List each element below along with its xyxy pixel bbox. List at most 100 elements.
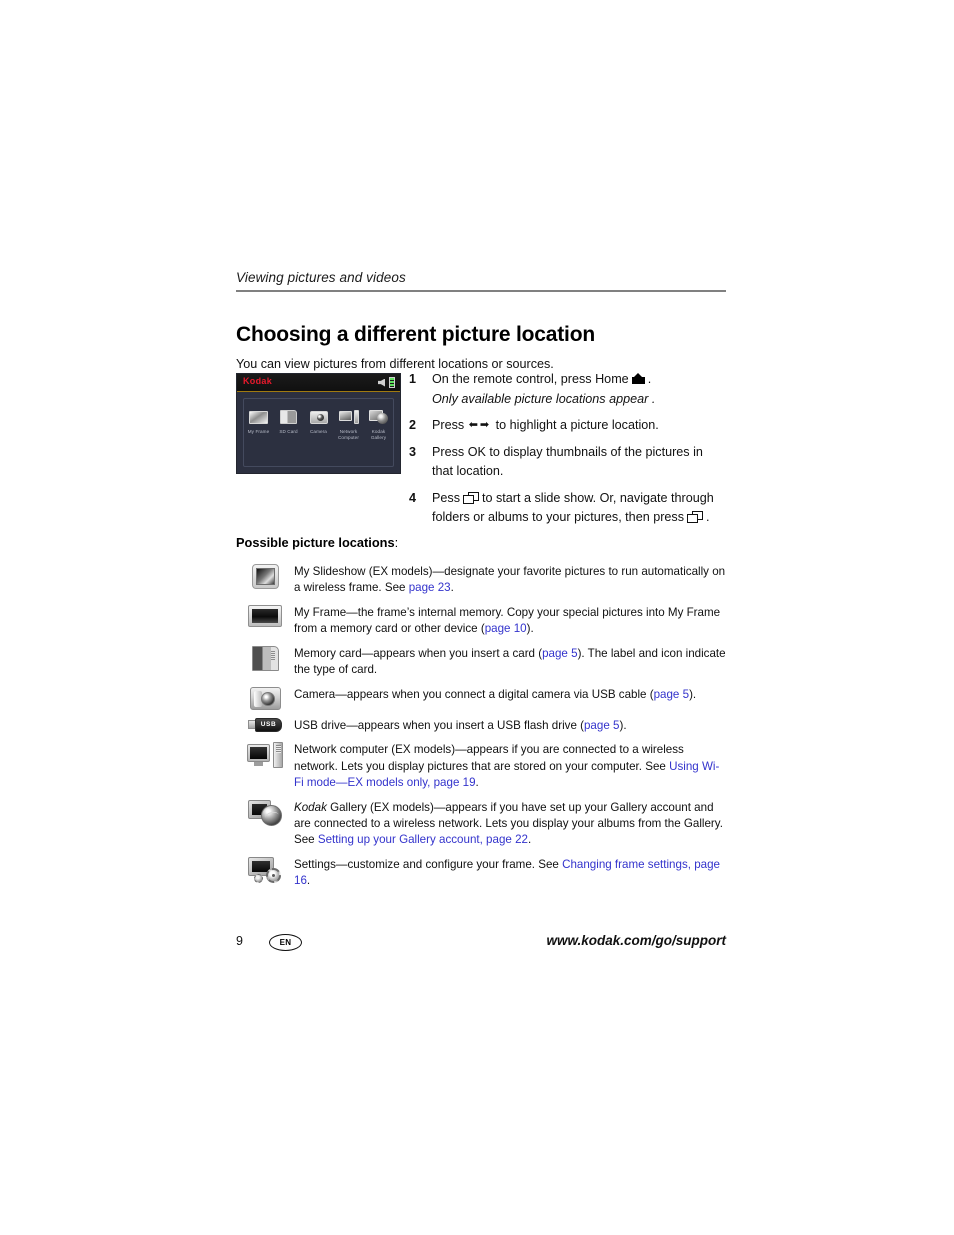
step-4: 4 Pess to start a slide show. Or, navigat…	[409, 489, 727, 528]
section-heading-text: Possible picture locations	[236, 535, 395, 550]
list-item-text: Memory card—appears when you insert a ca…	[294, 645, 728, 679]
list-item-text: My Slideshow (EX models)—designate your …	[294, 563, 728, 597]
list-item-text: My Frame—the frame’s internal memory. Co…	[294, 604, 728, 638]
header-rule	[236, 290, 726, 292]
step-text: Press	[432, 418, 465, 433]
list-item: My Frame—the frame’s internal memory. Co…	[236, 604, 728, 638]
step-subtext: Only available picture locations appear …	[432, 391, 656, 406]
list-item: Network computer (EX models)—appears if …	[236, 741, 728, 791]
memory-card-icon	[276, 407, 301, 427]
device-tile-my-frame: My Frame	[246, 407, 271, 441]
left-right-arrows-icon: ⬅➡	[468, 419, 492, 432]
step-number: 2	[409, 418, 417, 433]
my-frame-icon	[236, 604, 294, 627]
list-item: USB USB drive—appears when you insert a …	[236, 717, 728, 734]
text-run: .	[306, 874, 311, 888]
device-tile-label: SD Card	[279, 429, 298, 434]
picture-locations-list: My Slideshow (EX models)—designate your …	[236, 563, 728, 897]
text-run: Memory card—appears when you insert a ca…	[294, 646, 543, 660]
text-run: .	[450, 581, 454, 595]
text-run: Camera—appears when you connect a digita…	[294, 687, 654, 701]
device-body: My Frame SD Card Camera Network Computer	[237, 392, 400, 473]
network-computer-icon	[336, 407, 361, 427]
device-panel: My Frame SD Card Camera Network Computer	[243, 398, 394, 467]
step-number: 1	[409, 372, 417, 386]
intro-paragraph: You can view pictures from different loc…	[236, 356, 554, 371]
support-url: www.kodak.com/go/support	[546, 933, 726, 948]
list-item-text: Kodak Gallery (EX models)—appears if you…	[294, 799, 728, 849]
text-run: .	[475, 776, 479, 790]
device-home-screen-screenshot: Kodak My Frame SD Card Camera Network Co…	[236, 373, 401, 474]
memory-card-icon	[236, 645, 294, 671]
list-item-text: Network computer (EX models)—appears if …	[294, 741, 728, 791]
page-link[interactable]: page 10	[485, 622, 527, 635]
settings-icon	[236, 856, 294, 883]
camera-icon	[306, 407, 331, 427]
usb-drive-icon: USB	[236, 717, 294, 732]
page-link[interactable]: page 5	[584, 719, 619, 732]
section-link[interactable]: Setting up your Gallery account, page 22	[318, 833, 528, 846]
section-heading: Possible picture locations:	[236, 535, 398, 550]
device-tile-network-computer: Network Computer	[336, 407, 361, 441]
text-run: My Slideshow (EX models)—designate your …	[294, 565, 726, 595]
section-heading-colon: :	[394, 535, 399, 550]
text-run: USB drive—appears when you insert a USB …	[294, 718, 584, 732]
list-item: Memory card—appears when you insert a ca…	[236, 645, 728, 679]
page-footer: 9 EN www.kodak.com/go/support	[236, 932, 726, 954]
page-title: Choosing a different picture location	[236, 323, 595, 347]
page-link[interactable]: page 5	[542, 647, 577, 660]
page-number: 9	[236, 934, 243, 948]
text-run: Settings—customize and configure your fr…	[294, 857, 563, 871]
device-tile-label: Network Computer	[338, 429, 359, 441]
list-item-text: USB drive—appears when you insert a USB …	[294, 717, 627, 734]
page-link[interactable]: page 23	[409, 581, 451, 594]
slideshow-icon	[687, 511, 703, 524]
camera-icon	[236, 686, 294, 710]
step-text: Press OK to display thumbnails of the pi…	[432, 444, 703, 479]
usb-label: USB	[255, 717, 282, 732]
text-run: ).	[619, 718, 627, 732]
step-text-after: .	[647, 372, 652, 386]
step-text-after: .	[706, 510, 710, 525]
list-item: Settings—customize and configure your fr…	[236, 856, 728, 890]
device-tile-label: Kodak Gallery	[370, 429, 387, 441]
document-page: Viewing pictures and videos Choosing a d…	[236, 0, 726, 1235]
step-text-after: to highlight a picture location.	[495, 418, 659, 433]
device-tile-label: My Frame	[247, 429, 270, 434]
step-number: 4	[409, 490, 417, 505]
kodak-gallery-icon	[236, 799, 294, 826]
text-run: Network computer (EX models)—appears if …	[294, 743, 684, 773]
home-icon	[631, 373, 645, 384]
list-item: My Slideshow (EX models)—designate your …	[236, 563, 728, 597]
speaker-icon	[378, 378, 385, 387]
device-tile-sd-card: SD Card	[276, 407, 301, 441]
running-header: Viewing pictures and videos	[236, 270, 406, 285]
kodak-gallery-icon	[366, 407, 391, 427]
slideshow-icon	[463, 491, 479, 504]
device-status-icons	[378, 377, 395, 388]
device-titlebar: Kodak	[237, 374, 400, 392]
step-number: 3	[409, 444, 417, 459]
step-2: 2 Press ⬅➡ to highlight a picture locati…	[409, 416, 727, 436]
network-computer-icon	[236, 741, 294, 769]
language-badge: EN	[269, 934, 302, 951]
numbered-steps: 1 On the remote control, press Home. Onl…	[409, 370, 727, 535]
text-run: .	[527, 833, 532, 847]
brand-name: Kodak	[294, 800, 327, 814]
device-tile-row: My Frame SD Card Camera Network Computer	[246, 407, 391, 441]
my-slideshow-icon	[236, 563, 294, 589]
text-run: ).	[689, 687, 697, 701]
page-link[interactable]: page 5	[654, 688, 689, 701]
device-tile-camera: Camera	[306, 407, 331, 441]
step-1: 1 On the remote control, press Home. Onl…	[409, 370, 727, 409]
device-tile-kodak-gallery: Kodak Gallery	[366, 407, 391, 441]
text-run: ).	[526, 622, 534, 636]
list-item-text: Camera—appears when you connect a digita…	[294, 686, 696, 703]
list-item: Kodak Gallery (EX models)—appears if you…	[236, 799, 728, 849]
step-3: 3 Press OK to display thumbnails of the …	[409, 443, 727, 482]
list-item: Camera—appears when you connect a digita…	[236, 686, 728, 710]
frame-icon	[246, 407, 271, 427]
kodak-logo: Kodak	[243, 376, 273, 386]
step-text: On the remote control, press Home	[432, 372, 629, 386]
list-item-text: Settings—customize and configure your fr…	[294, 856, 728, 890]
